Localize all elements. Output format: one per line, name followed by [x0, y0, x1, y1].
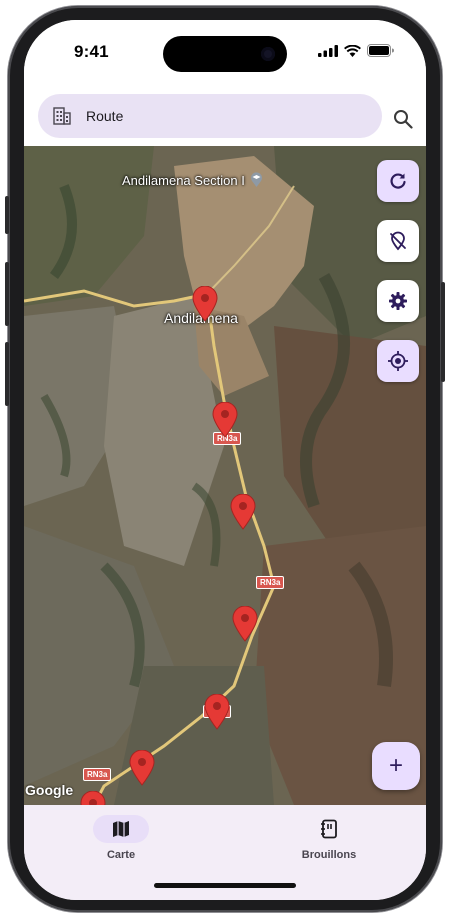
- map-marker-pin[interactable]: [192, 286, 218, 322]
- power-button: [441, 282, 445, 382]
- nav-indicator: [301, 815, 357, 843]
- screen: 9:41 Route Andilamena Section I Andilame…: [24, 20, 426, 900]
- nav-label-carte: Carte: [106, 849, 136, 861]
- settings-button[interactable]: [377, 280, 419, 322]
- map-marker-pin[interactable]: [204, 694, 230, 730]
- wifi-icon: [344, 44, 361, 57]
- road-tag: RN3a: [256, 576, 285, 589]
- my-location-icon: [388, 351, 408, 371]
- nav-label-brouillons: Brouillons: [301, 849, 357, 861]
- road-tag: RN3a: [83, 768, 112, 781]
- location-off-icon: [390, 231, 406, 251]
- search-bar[interactable]: Route: [38, 94, 382, 138]
- map-place-label-section: Andilamena Section I: [122, 172, 263, 188]
- google-attribution: Google: [25, 782, 74, 798]
- nav-item-brouillons[interactable]: Brouillons: [274, 815, 384, 861]
- my-location-button[interactable]: [377, 340, 419, 382]
- battery-icon: [367, 44, 394, 57]
- refresh-icon: [390, 173, 406, 189]
- volume-up-button: [5, 262, 9, 326]
- location-off-button[interactable]: [377, 220, 419, 262]
- building-icon: [53, 107, 71, 125]
- nav-indicator: [93, 815, 149, 843]
- front-camera: [261, 47, 275, 61]
- plus-icon: +: [388, 752, 403, 779]
- map-marker-pin[interactable]: [129, 750, 155, 786]
- map-marker-pin[interactable]: [230, 494, 256, 530]
- add-button[interactable]: +: [372, 742, 420, 790]
- nav-item-carte[interactable]: Carte: [66, 815, 176, 861]
- dynamic-island: [163, 36, 287, 72]
- map-marker-pin[interactable]: [232, 606, 258, 642]
- search-row: Route: [24, 82, 426, 146]
- status-time: 9:41: [74, 42, 109, 61]
- volume-down-button: [5, 342, 9, 406]
- map-view[interactable]: Andilamena Section I Andilamena RN3a RN3…: [24, 146, 426, 805]
- status-bar: 9:41: [24, 20, 426, 82]
- drafts-icon: [321, 819, 337, 839]
- search-input[interactable]: Route: [86, 108, 123, 124]
- home-indicator[interactable]: [154, 883, 296, 888]
- gear-icon: [389, 292, 407, 310]
- silent-switch: [5, 196, 9, 234]
- status-icons: [318, 44, 394, 57]
- school-place-icon: [251, 172, 263, 187]
- map-marker-pin[interactable]: [212, 402, 238, 438]
- map-marker-pin[interactable]: [80, 791, 106, 805]
- cellular-signal-icon: [318, 44, 338, 57]
- search-icon[interactable]: [392, 108, 414, 130]
- refresh-button[interactable]: [377, 160, 419, 202]
- map-icon: [113, 821, 129, 837]
